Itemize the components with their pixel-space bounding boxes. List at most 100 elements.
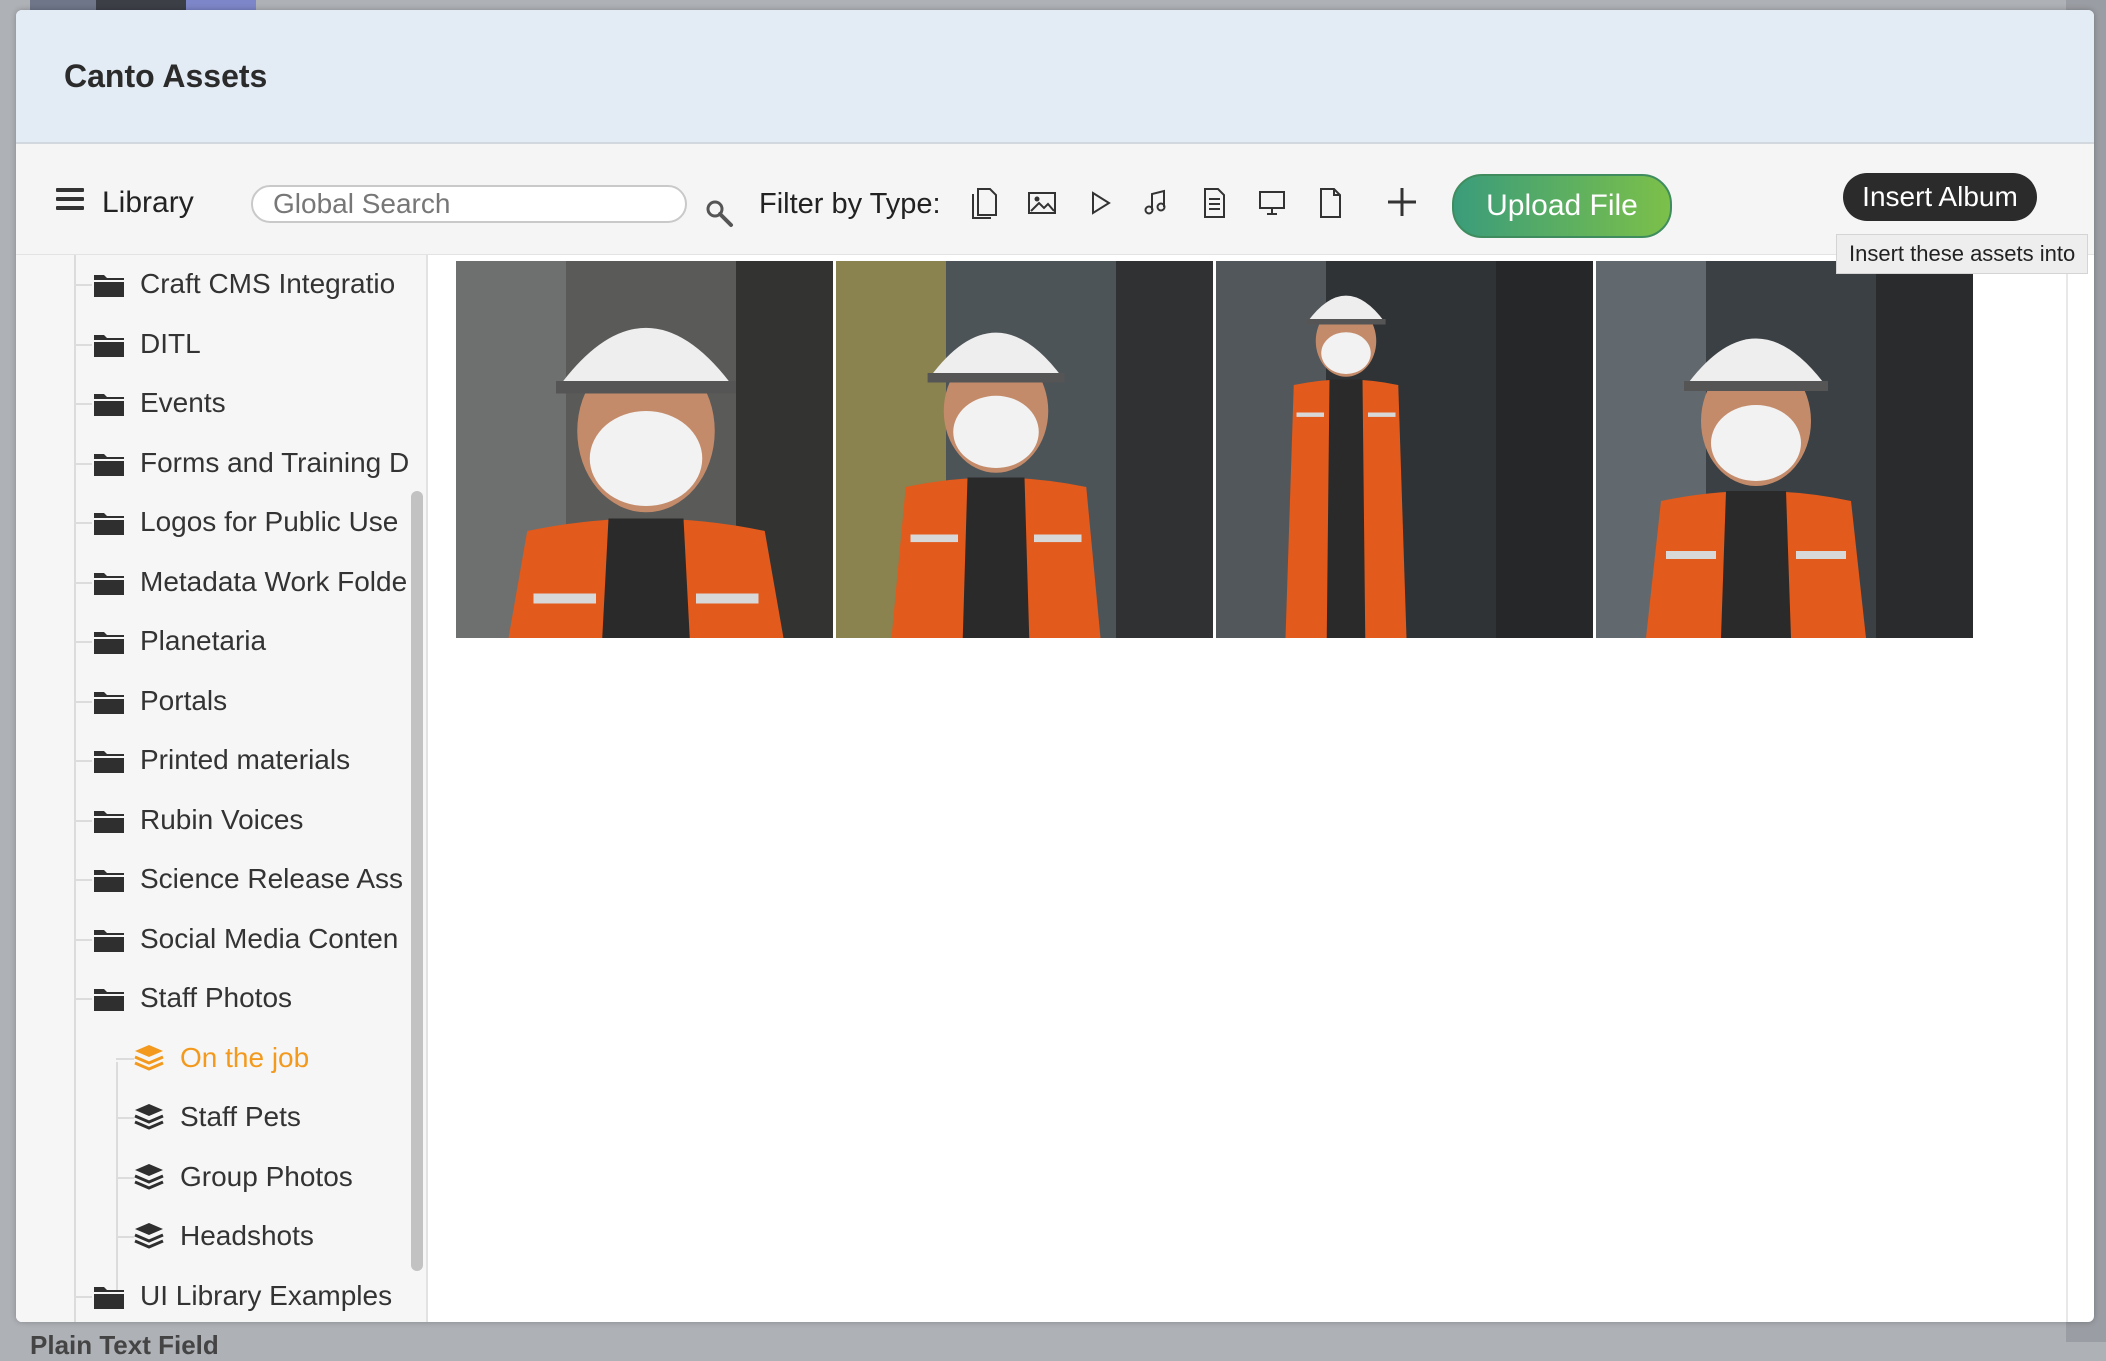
- folder-icon: [92, 745, 126, 775]
- album-item[interactable]: Headshots: [132, 1211, 412, 1261]
- folder-item[interactable]: Staff Photos: [92, 973, 412, 1023]
- tree-branch-line: [116, 1236, 134, 1238]
- video-filter-icon[interactable]: [1084, 186, 1116, 220]
- folder-icon: [92, 448, 126, 478]
- asset-thumbnail[interactable]: [1216, 261, 1593, 638]
- folder-icon: [92, 329, 126, 359]
- tree-branch-line: [74, 760, 92, 762]
- tree-branch-line: [74, 1295, 92, 1298]
- audio-filter-icon[interactable]: [1140, 186, 1172, 220]
- asset-thumbnail[interactable]: [836, 261, 1213, 638]
- tree-branch-line: [74, 879, 92, 881]
- tree-connector: [74, 255, 76, 1322]
- folder-label: Events: [140, 387, 226, 418]
- album-item[interactable]: Staff Pets: [132, 1092, 412, 1142]
- asset-photo: [1596, 261, 1973, 638]
- hamburger-menu-icon[interactable]: [56, 188, 84, 210]
- insert-tooltip: Insert these assets into: [1836, 234, 2089, 274]
- folder-icon: [92, 269, 126, 299]
- asset-thumbnail[interactable]: [1596, 261, 1973, 638]
- album-stack-icon: [132, 1102, 166, 1132]
- tree-branch-line: [74, 700, 92, 703]
- folder-label: Planetaria: [140, 625, 267, 656]
- folder-label: Printed materials: [140, 744, 351, 775]
- folder-label: Rubin Voices: [140, 803, 304, 835]
- library-label[interactable]: Library: [102, 186, 194, 220]
- folder-item[interactable]: Portals: [92, 676, 412, 726]
- folder-item[interactable]: Metadata Work Folde: [92, 557, 412, 607]
- image-filter-icon[interactable]: [1026, 186, 1058, 220]
- folder-icon: [92, 626, 126, 656]
- upload-file-button[interactable]: Upload File: [1452, 174, 1672, 238]
- folder-label: Metadata Work Folde: [140, 565, 408, 597]
- tree-branch-line: [74, 641, 92, 643]
- folder-label: Portals: [140, 684, 228, 716]
- folder-label: Forms and Training D: [140, 446, 410, 478]
- modal-title: Canto Assets: [64, 58, 268, 94]
- asset-grid: [428, 255, 2078, 1322]
- folder-item[interactable]: Science Release Ass: [92, 854, 412, 904]
- folder-item[interactable]: Planetaria: [92, 616, 412, 666]
- tree-branch-line: [74, 403, 92, 405]
- folder-item[interactable]: UI Library Examples: [92, 1271, 412, 1321]
- folder-icon: [92, 388, 126, 418]
- folder-label: Staff Photos: [140, 982, 293, 1013]
- right-pane-divider: [2066, 255, 2068, 1322]
- tree-branch-line: [74, 819, 92, 822]
- folder-icon: [92, 686, 126, 716]
- sidebar-scrollbar-thumb[interactable]: [411, 491, 423, 1271]
- folder-icon: [92, 983, 126, 1013]
- album-stack-icon: [132, 1043, 166, 1073]
- album-label: Headshots: [180, 1220, 314, 1251]
- subtree-connector: [116, 1062, 118, 1302]
- album-label: On the job: [180, 1041, 310, 1073]
- document-filter-icon[interactable]: [968, 186, 1000, 220]
- folder-label: Logos for Public Use: [140, 506, 399, 537]
- search-icon[interactable]: [704, 198, 734, 228]
- folder-item[interactable]: Rubin Voices: [92, 795, 412, 845]
- global-search-input[interactable]: [251, 185, 687, 223]
- album-stack-icon: [132, 1221, 166, 1251]
- asset-thumbnail[interactable]: [456, 261, 833, 638]
- folder-icon: [92, 567, 126, 597]
- folder-item[interactable]: Events: [92, 378, 412, 428]
- folder-icon: [92, 924, 126, 954]
- tree-branch-line: [74, 284, 92, 286]
- folder-label: Craft CMS Integratio: [140, 268, 396, 299]
- add-icon[interactable]: [1384, 184, 1420, 220]
- folder-label: DITL: [140, 327, 201, 359]
- folder-label: UI Library Examples: [140, 1279, 393, 1311]
- folder-label: Science Release Ass: [140, 863, 404, 894]
- asset-photo: [456, 261, 833, 638]
- folder-item[interactable]: Craft CMS Integratio: [92, 259, 412, 309]
- folder-item[interactable]: DITL: [92, 319, 412, 369]
- album-item[interactable]: On the job: [132, 1033, 412, 1083]
- text-document-filter-icon[interactable]: [1198, 186, 1230, 220]
- folder-item[interactable]: Forms and Training D: [92, 438, 412, 488]
- tree-branch-line: [116, 1057, 134, 1060]
- tree-branch-line: [74, 343, 92, 346]
- folder-icon: [92, 805, 126, 835]
- toolbar: Library Filter by Type:: [16, 144, 2094, 255]
- tree-branch-line: [74, 522, 92, 524]
- folder-icon: [92, 1281, 126, 1311]
- tree-branch-line: [74, 581, 92, 584]
- album-label: Staff Pets: [180, 1101, 301, 1132]
- insert-album-button[interactable]: Insert Album: [1843, 173, 2037, 221]
- folder-item[interactable]: Logos for Public Use: [92, 497, 412, 547]
- background-field-label: Plain Text Field: [30, 1330, 219, 1360]
- modal-header: Canto Assets: [16, 10, 2094, 144]
- other-file-filter-icon[interactable]: [1314, 186, 1346, 220]
- filter-by-type-label: Filter by Type:: [759, 188, 941, 220]
- folder-item[interactable]: Printed materials: [92, 735, 412, 785]
- background-page-strip: [30, 0, 256, 10]
- album-item[interactable]: Group Photos: [132, 1152, 412, 1202]
- tree-branch-line: [74, 462, 92, 465]
- presentation-filter-icon[interactable]: [1256, 186, 1288, 220]
- asset-photo: [836, 261, 1213, 638]
- album-stack-icon: [132, 1162, 166, 1192]
- tree-branch-line: [74, 998, 92, 1000]
- folder-item[interactable]: Social Media Conten: [92, 914, 412, 964]
- tree-branch-line: [74, 938, 92, 941]
- folder-label: Social Media Conten: [140, 922, 399, 954]
